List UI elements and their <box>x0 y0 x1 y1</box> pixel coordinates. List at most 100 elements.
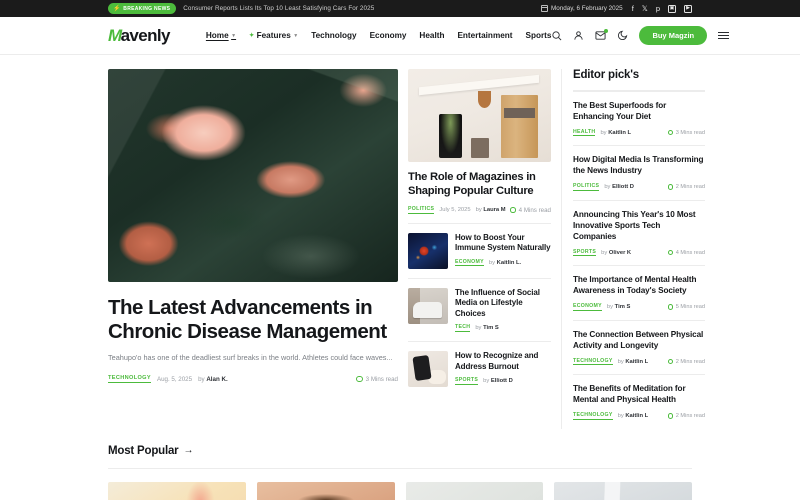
main-content: The Latest Advancements in Chronic Disea… <box>0 55 800 429</box>
dark-mode-toggle-icon[interactable] <box>617 30 628 41</box>
news-ticker-text[interactable]: Consumer Reports Lists Its Top 10 Least … <box>183 5 374 12</box>
editor-pick-category[interactable]: SPORTS <box>573 249 597 257</box>
youtube-icon[interactable]: ▶ <box>684 4 692 13</box>
logo-mark: M <box>108 25 122 45</box>
editor-pick-title[interactable]: Announcing This Year's 10 Most Innovativ… <box>573 210 705 243</box>
buy-magzin-button[interactable]: Buy Magzin <box>639 26 708 45</box>
hamburger-menu-icon[interactable] <box>718 31 730 40</box>
list-item-thumbnail[interactable] <box>408 350 448 387</box>
breaking-news-badge: ⚡ BREAKING NEWS <box>108 3 177 14</box>
editor-pick-item[interactable]: The Importance of Mental Health Awarenes… <box>573 265 705 319</box>
nav-item-sports[interactable]: Sports <box>526 31 552 40</box>
list-item-category[interactable]: ECONOMY <box>455 259 484 267</box>
clock-icon <box>667 249 674 256</box>
list-item[interactable]: How to Recognize and Address Burnout SPO… <box>408 350 551 387</box>
hero-meta: TECHNOLOGY Aug. 5, 2025 by Alan K. 3 Min… <box>108 375 398 383</box>
social-links: f 𝕏 p ▣ ▶ <box>632 4 692 13</box>
hero-read-time: 3 Mins read <box>356 376 398 383</box>
nav-item-economy[interactable]: Economy <box>370 31 407 40</box>
editor-pick-author: by Kaitlin L <box>600 129 632 136</box>
instagram-icon[interactable]: ▣ <box>668 4 676 13</box>
facebook-icon[interactable]: f <box>632 5 634 13</box>
nav-label: Home <box>205 31 229 40</box>
editor-pick-title[interactable]: The Importance of Mental Health Awarenes… <box>573 275 705 297</box>
nav-item-features[interactable]: ✦ Features ▼ <box>249 31 298 40</box>
hero-category[interactable]: TECHNOLOGY <box>108 375 151 383</box>
mail-icon[interactable] <box>595 29 608 41</box>
most-popular-card[interactable] <box>256 481 395 500</box>
editor-picks-sidebar: Editor pick's The Best Superfoods for En… <box>561 69 705 429</box>
editor-pick-author: by Elliott D <box>604 184 634 191</box>
hero-image[interactable] <box>108 69 398 282</box>
editor-pick-title[interactable]: How Digital Media Is Transforming the Ne… <box>573 155 705 177</box>
list-item-thumbnail[interactable] <box>408 287 448 324</box>
nav-item-technology[interactable]: Technology <box>311 31 356 40</box>
middle-feature-image[interactable] <box>408 69 551 162</box>
hero-article[interactable]: The Latest Advancements in Chronic Disea… <box>108 69 398 429</box>
editor-pick-title[interactable]: The Connection Between Physical Activity… <box>573 330 705 352</box>
list-item-category[interactable]: SPORTS <box>455 377 479 385</box>
list-item-category[interactable]: TECH <box>455 324 471 332</box>
calendar-icon <box>541 5 549 12</box>
nav-item-entertainment[interactable]: Entertainment <box>457 31 512 40</box>
editor-pick-read-time: 3 Mins read <box>667 129 705 136</box>
nav-item-health[interactable]: Health <box>419 31 444 40</box>
current-date: Monday, 6 February 2025 <box>541 5 623 12</box>
x-twitter-icon[interactable]: 𝕏 <box>642 5 648 13</box>
chevron-down-icon: ▼ <box>293 32 299 39</box>
site-logo[interactable]: Mavenly <box>108 26 170 46</box>
list-item-meta: TECH by Tim S <box>455 324 551 332</box>
nav-item-home[interactable]: Home ▼ <box>206 31 236 40</box>
nav-label: Features <box>256 31 291 40</box>
notification-badge <box>603 29 608 33</box>
list-item-author: by Kaitlin L. <box>488 259 522 266</box>
user-account-icon[interactable] <box>573 30 584 41</box>
editor-pick-item[interactable]: The Connection Between Physical Activity… <box>573 319 705 374</box>
editor-pick-item[interactable]: Announcing This Year's 10 Most Innovativ… <box>573 199 705 265</box>
middle-feature-article[interactable]: The Role of Magazines in Shaping Popular… <box>408 69 551 214</box>
editor-pick-category[interactable]: HEALTH <box>573 129 596 137</box>
editor-pick-item[interactable]: How Digital Media Is Transforming the Ne… <box>573 145 705 199</box>
hero-author: by Alan K. <box>198 375 228 383</box>
most-popular-card[interactable] <box>108 481 246 500</box>
most-popular-heading[interactable]: Most Popular → <box>108 445 692 457</box>
middle-feature-category[interactable]: POLITICS <box>408 206 435 214</box>
list-item-title[interactable]: How to Recognize and Address Burnout <box>455 351 551 372</box>
list-item-title[interactable]: How to Boost Your Immune System Naturall… <box>455 233 551 254</box>
editor-pick-category[interactable]: ECONOMY <box>573 303 602 311</box>
breaking-news-label: BREAKING NEWS <box>123 5 171 12</box>
list-item-thumbnail[interactable] <box>408 232 448 269</box>
clock-icon <box>667 358 674 365</box>
divider <box>108 467 692 469</box>
clock-icon <box>667 129 674 136</box>
list-item-title[interactable]: The Influence of Social Media on Lifesty… <box>455 288 551 320</box>
middle-feature-date: July 5, 2025 <box>439 207 471 214</box>
editor-pick-category[interactable]: TECHNOLOGY <box>573 412 613 420</box>
list-item[interactable]: How to Boost Your Immune System Naturall… <box>408 232 551 269</box>
clock-icon <box>667 413 674 419</box>
editor-pick-title[interactable]: The Benefits of Meditation for Mental an… <box>573 384 705 406</box>
editor-pick-read-time: 2 Mins read <box>667 358 705 365</box>
list-item-author: by Tim S <box>475 325 499 332</box>
editor-pick-category[interactable]: POLITICS <box>573 183 600 191</box>
editor-pick-item[interactable]: The Benefits of Meditation for Mental an… <box>573 374 705 428</box>
logo-text: avenly <box>120 25 171 45</box>
list-item-author: by Elliott D <box>483 377 513 384</box>
pinterest-icon[interactable]: p <box>656 5 660 13</box>
clock-icon <box>510 207 516 213</box>
hero-title[interactable]: The Latest Advancements in Chronic Disea… <box>108 296 398 344</box>
arrow-right-icon[interactable]: → <box>183 445 193 456</box>
most-popular-card[interactable] <box>554 481 692 500</box>
divider <box>408 222 551 224</box>
editor-pick-item[interactable]: The Best Superfoods for Enhancing Your D… <box>573 91 705 145</box>
most-popular-card[interactable] <box>405 481 544 500</box>
most-popular-section: Most Popular → <box>0 445 800 500</box>
search-icon[interactable] <box>551 30 562 41</box>
middle-feature-title[interactable]: The Role of Magazines in Shaping Popular… <box>408 171 551 198</box>
hero-date: Aug. 5, 2025 <box>156 375 193 383</box>
editor-pick-category[interactable]: TECHNOLOGY <box>573 358 613 366</box>
editor-pick-title[interactable]: The Best Superfoods for Enhancing Your D… <box>573 101 705 123</box>
site-header: Mavenly Home ▼ ✦ Features ▼ Technology E… <box>0 17 800 55</box>
list-item[interactable]: The Influence of Social Media on Lifesty… <box>408 287 551 332</box>
chevron-down-icon: ▼ <box>231 32 237 39</box>
